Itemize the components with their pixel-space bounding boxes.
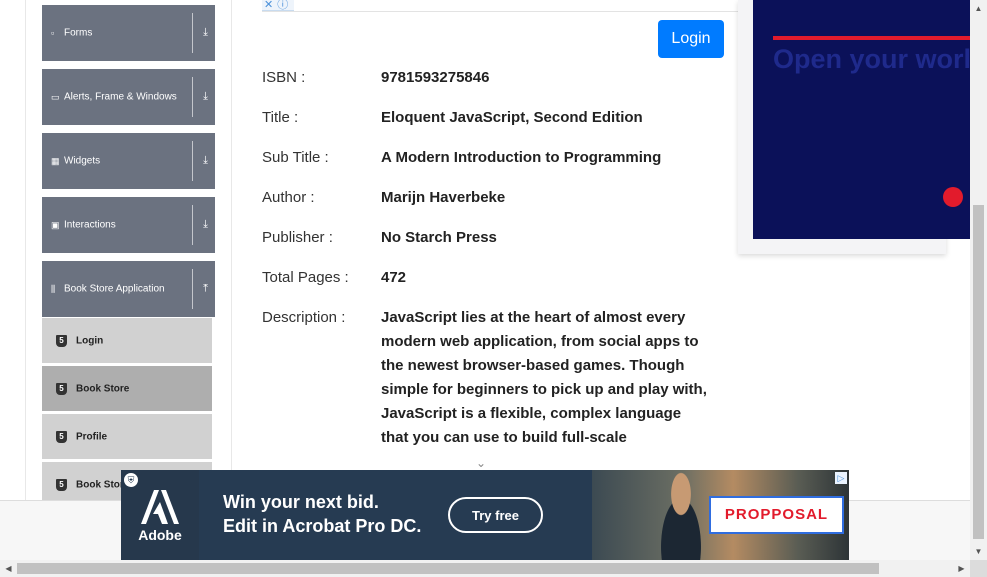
sidebar-group-forms[interactable]: ▫ Forms ⤓ (42, 5, 215, 61)
isbn-label: ISBN : (262, 69, 306, 86)
browser-viewport: ▫ Forms ⤓ ▭ Alerts, Frame & Windows ⤓ ▦ … (0, 0, 987, 577)
chevron-down-icon[interactable]: ⌄ (476, 456, 488, 470)
description-row: Description : JavaScript lies at the hea… (262, 306, 722, 466)
sidebar-group-label: Forms (64, 27, 93, 39)
description-label: Description : (262, 309, 346, 326)
sidebar-item-label: Profile (76, 431, 108, 442)
html5-icon: 5 (56, 382, 67, 395)
ad-headline: Open your world to greater career opport… (773, 44, 970, 74)
subtitle-value: A Modern Introduction to Programming (381, 149, 662, 166)
ad-person-image (650, 472, 712, 560)
adobe-ad-banner[interactable]: Adobe ⛨ Win your next bid. Edit in Acrob… (121, 470, 849, 560)
adchoices-icon[interactable]: ▷ (835, 472, 847, 484)
sidebar-group-alerts[interactable]: ▭ Alerts, Frame & Windows ⤓ (42, 69, 215, 125)
download-arrow-icon: ⤓ (203, 218, 208, 231)
title-value: Eloquent JavaScript, Second Edition (381, 109, 643, 126)
sidebar-group-label: Book Store Application (64, 283, 165, 295)
download-arrow-icon: ⤓ (203, 90, 208, 103)
scrollbar-thumb[interactable] (17, 563, 879, 574)
window-icon: ▭ (51, 92, 60, 102)
ad-headline: Win your next bid. Edit in Acrobat Pro D… (223, 490, 421, 538)
scroll-down-icon[interactable]: ▼ (970, 543, 987, 560)
html5-icon: 5 (56, 334, 67, 347)
interaction-icon: ▣ (51, 220, 60, 230)
description-value: JavaScript lies at the heart of almost e… (381, 309, 707, 446)
ad-accent-bar (773, 36, 970, 40)
title-label: Title : (262, 109, 299, 126)
sidebar-group-label: Interactions (64, 219, 116, 231)
sidebar-group-book-store-application[interactable]: ⫼ Book Store Application ⤒ (42, 261, 215, 317)
adobe-logo-text: Adobe (138, 527, 182, 543)
sidebar-group-widgets[interactable]: ▦ Widgets ⤓ (42, 133, 215, 189)
html5-icon: 5 (56, 478, 67, 491)
group-divider (192, 141, 193, 181)
sidebar-item-profile[interactable]: 5 Profile (42, 414, 212, 460)
sidebar-group-label: Widgets (64, 155, 101, 167)
download-arrow-icon: ⤓ (203, 154, 208, 167)
sidebar-item-book-store[interactable]: 5 Book Store (42, 366, 212, 412)
ad-headline-line: Edit in Acrobat Pro DC. (223, 516, 422, 536)
total-pages-label: Total Pages : (262, 269, 349, 286)
group-divider (192, 13, 193, 53)
scroll-left-icon[interactable]: ◀ (0, 560, 17, 577)
adobe-logo-icon (141, 490, 179, 524)
html5-icon: 5 (56, 430, 67, 443)
proposal-text-box: PROPPOSAL (709, 496, 844, 534)
ad-headline-line: Win your next bid. (223, 492, 379, 512)
grid-icon: ▦ (51, 156, 60, 166)
form-icon: ▫ (51, 28, 55, 38)
career-ad-banner[interactable]: Open your world to greater career opport… (753, 0, 970, 239)
publisher-label: Publisher : (262, 229, 333, 246)
sidebar-item-label: Book Store (76, 383, 130, 394)
sidebar-group-label: Alerts, Frame & Windows (64, 91, 177, 103)
download-arrow-icon: ⤓ (203, 26, 208, 39)
subtitle-label: Sub Title : (262, 149, 329, 166)
sidebar-item-label: Login (76, 335, 104, 346)
group-divider (192, 269, 193, 309)
upload-arrow-icon: ⤒ (203, 282, 208, 295)
group-divider (192, 77, 193, 117)
login-button[interactable]: Login (658, 20, 724, 58)
ad-logo-dot (943, 187, 963, 207)
group-divider (192, 205, 193, 245)
isbn-value: 9781593275846 (381, 69, 490, 86)
scroll-right-icon[interactable]: ▶ (953, 560, 970, 577)
ad-close-icon[interactable]: ✕ⓘ (262, 0, 294, 11)
shield-icon: ⛨ (124, 473, 138, 487)
scroll-up-icon[interactable]: ▲ (970, 0, 987, 17)
scrollbar-corner (970, 560, 987, 577)
publisher-value: No Starch Press (381, 229, 497, 246)
divider (262, 11, 740, 12)
horizontal-scrollbar[interactable]: ◀ ▶ (0, 560, 970, 577)
try-free-button[interactable]: Try free (448, 497, 543, 533)
sidebar-item-login[interactable]: 5 Login (42, 318, 212, 364)
vertical-scrollbar[interactable]: ▲ ▼ (970, 0, 987, 560)
total-pages-value: 472 (381, 269, 407, 286)
author-label: Author : (262, 189, 315, 206)
sidebar-group-interactions[interactable]: ▣ Interactions ⤓ (42, 197, 215, 253)
author-value: Marijn Haverbeke (381, 189, 506, 206)
book-stack-icon: ⫼ (51, 284, 56, 294)
scrollbar-thumb[interactable] (973, 205, 984, 539)
